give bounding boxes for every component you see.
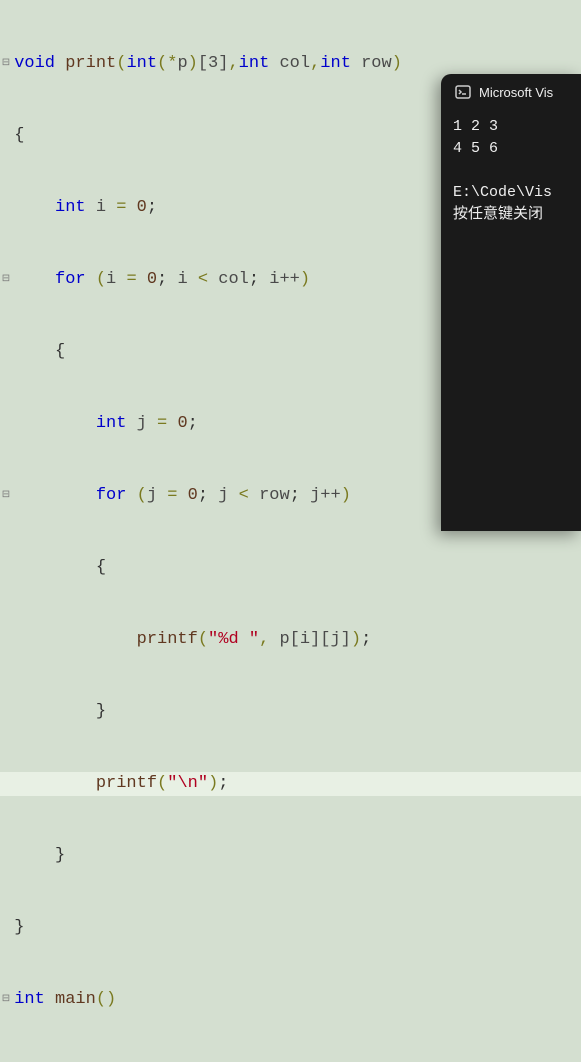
code-line[interactable]: } bbox=[0, 700, 581, 724]
output-line: 1 2 3 bbox=[453, 118, 498, 135]
terminal-title: Microsoft Vis bbox=[479, 85, 553, 100]
code-line-highlighted[interactable]: printf("\n"); bbox=[0, 772, 581, 796]
code-line[interactable]: printf("%d ", p[i][j]); bbox=[0, 628, 581, 652]
code-line[interactable]: { bbox=[0, 556, 581, 580]
code-line[interactable]: ⊟ int main() bbox=[0, 988, 581, 1012]
terminal-titlebar[interactable]: Microsoft Vis bbox=[441, 74, 581, 106]
terminal-app-icon bbox=[455, 84, 471, 100]
fold-marker-icon[interactable]: ⊟ bbox=[0, 988, 12, 1012]
output-line: 4 5 6 bbox=[453, 140, 498, 157]
code-line[interactable]: ⊟ void print(int(*p)[3],int col,int row) bbox=[0, 52, 581, 76]
code-line[interactable]: { bbox=[0, 1060, 581, 1062]
keyword-void: void bbox=[14, 54, 55, 73]
code-line[interactable]: } bbox=[0, 916, 581, 940]
fold-marker-icon[interactable]: ⊟ bbox=[0, 268, 12, 292]
terminal-window[interactable]: Microsoft Vis 1 2 3 4 5 6 E:\Code\Vis 按任… bbox=[441, 74, 581, 531]
code-line[interactable]: } bbox=[0, 844, 581, 868]
output-path: E:\Code\Vis bbox=[453, 184, 552, 201]
fold-marker-icon[interactable]: ⊟ bbox=[0, 484, 12, 508]
function-name: print bbox=[65, 54, 116, 73]
fold-marker-icon[interactable]: ⊟ bbox=[0, 52, 12, 76]
output-prompt: 按任意键关闭 bbox=[453, 206, 543, 223]
terminal-output[interactable]: 1 2 3 4 5 6 E:\Code\Vis 按任意键关闭 bbox=[441, 106, 581, 236]
